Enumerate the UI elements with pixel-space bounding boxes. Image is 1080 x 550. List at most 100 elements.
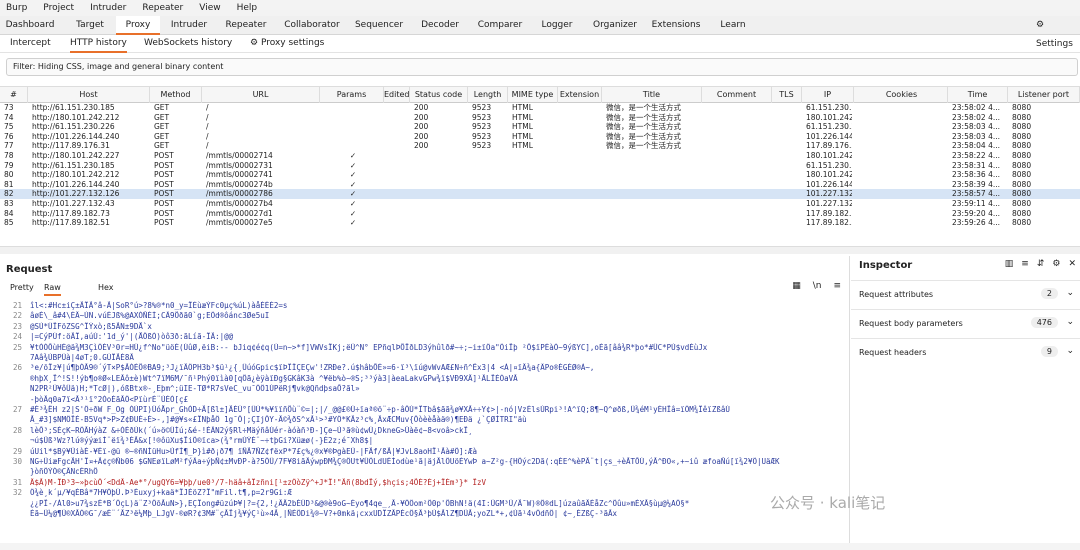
column-header-extension[interactable]: Extension xyxy=(558,87,602,103)
tab-repeater[interactable]: Repeater xyxy=(218,16,274,35)
cell-length: 9523 xyxy=(472,112,492,122)
tab-comparer[interactable]: Comparer xyxy=(470,16,530,35)
inspector-row-label: Request body parameters xyxy=(859,319,963,328)
request-tab-raw[interactable]: Raw xyxy=(44,280,61,296)
cell-port: 8080 xyxy=(1012,208,1032,218)
subtab-intercept[interactable]: Intercept xyxy=(10,35,51,53)
column-header-ip[interactable]: IP xyxy=(802,87,854,103)
column-header-host[interactable]: Host xyxy=(28,87,150,103)
inspector-row-request-headers[interactable]: Request headers 9 ⌄ xyxy=(851,338,1080,366)
table-row[interactable]: 76 http://101.226.144.240 GET / 200 9523 HTML 微… xyxy=(0,132,1080,142)
tab-intruder[interactable]: Intruder xyxy=(162,16,216,35)
column-header-comment[interactable]: Comment xyxy=(702,87,772,103)
cell-id: 83 xyxy=(4,199,14,208)
cell-method: GET xyxy=(154,103,170,112)
column-header-method[interactable]: Method xyxy=(150,87,202,103)
settings-button[interactable]: ⚙ Settings xyxy=(1036,16,1080,49)
table-row[interactable]: 75 http://61.151.230.226 GET / 200 9523 HTML 微信… xyxy=(0,122,1080,132)
layout-icon[interactable]: ▥ xyxy=(1005,259,1014,269)
table-row[interactable]: 74 http://180.101.242.212 GET / 200 9523 HTML 微… xyxy=(0,113,1080,123)
cell-url: / xyxy=(206,112,209,122)
line-number: 28 xyxy=(12,425,22,435)
line-text: ®hþX¸Ï^!S!!ýb¶o®Ø«LEÃô±è)Wt^7ïM6M/¯ñ¹Phý… xyxy=(30,373,518,383)
menu-icon[interactable]: ≡ xyxy=(833,281,841,291)
table-row[interactable]: 85 http://117.89.182.51 POST/mmtls/000027e… xyxy=(0,218,1080,228)
align-icon[interactable]: ≡ xyxy=(1021,259,1029,269)
table-row[interactable]: 79 http://61.151.230.185 POST/mmtls/000027… xyxy=(0,161,1080,171)
request-tab-hex[interactable]: Hex xyxy=(98,280,114,296)
menu-item-project[interactable]: Project xyxy=(43,3,74,13)
inspector-row-request-attributes[interactable]: Request attributes 2 ⌄ xyxy=(851,280,1080,308)
column-header-status-code[interactable]: Status code xyxy=(410,87,468,103)
horizontal-scrollbar[interactable] xyxy=(0,246,1080,254)
cell-ip: 101.226.144.240 xyxy=(806,131,852,141)
table-row[interactable]: 82 http://101.227.132.126 POST/mmtls/00002… xyxy=(0,189,1080,199)
tab-organizer[interactable]: Organizer xyxy=(586,16,644,35)
line-number: 22 xyxy=(12,311,22,321)
cell-title: 微信，是一个生活方式 xyxy=(606,131,681,141)
table-row[interactable]: 77 http://117.89.176.31 GET / 200 9523 HTML 微信，… xyxy=(0,141,1080,151)
column-header-edited[interactable]: Edited xyxy=(384,87,410,103)
column-header-[interactable]: # xyxy=(0,87,28,103)
table-row[interactable]: 81 http://101.226.144.240 POST/mmtls/00002… xyxy=(0,180,1080,190)
column-header-length[interactable]: Length xyxy=(468,87,508,103)
menu-item-help[interactable]: Help xyxy=(237,3,258,13)
filter-bar[interactable]: Filter: Hiding CSS, image and general bi… xyxy=(6,58,1078,76)
column-header-time[interactable]: Time xyxy=(948,87,1008,103)
line-text: Éã~Ü¼@¶Ü®XÃÒ®G¯/æÉ¨´ÃZ³ë¼Mþ_LJgV-®øR?¢3M… xyxy=(30,509,617,518)
column-header-cookies[interactable]: Cookies xyxy=(856,87,948,103)
cell-mime: HTML xyxy=(512,112,533,122)
table-row[interactable]: 80 http://180.101.242.212 POST/mmtls/00002… xyxy=(0,170,1080,180)
table-row[interactable]: 78 http://180.101.242.227 POST/mmtls/00002… xyxy=(0,151,1080,161)
cell-method: POST xyxy=(154,199,174,208)
table-row[interactable]: 83 http://101.227.132.43 POST/mmtls/000027… xyxy=(0,199,1080,209)
watermark: 公众号 · kali笔记 xyxy=(770,494,886,512)
collapse-icon[interactable]: ⇵ xyxy=(1037,259,1045,269)
cell-id: 81 xyxy=(4,179,14,189)
column-header-url[interactable]: URL xyxy=(202,87,320,103)
menu-item-burp[interactable]: Burp xyxy=(6,3,27,13)
subtab-http-history[interactable]: HTTP history xyxy=(70,35,127,53)
column-header-tls[interactable]: TLS xyxy=(772,87,802,103)
cell-host: http://101.226.144.240 xyxy=(32,179,120,189)
tab-dashboard[interactable]: Dashboard xyxy=(0,16,60,35)
cell-params: ✓ xyxy=(349,170,357,180)
count-badge: 2 xyxy=(1040,288,1058,299)
cell-host: http://101.227.132.43 xyxy=(32,199,115,208)
column-header-params[interactable]: Params xyxy=(320,87,384,103)
subtab-websockets-history[interactable]: WebSockets history xyxy=(144,35,232,53)
wrap-icon[interactable]: \n xyxy=(813,281,822,291)
tab-extensions[interactable]: Extensions xyxy=(646,16,706,35)
cell-ip: 61.151.230.226 xyxy=(806,122,852,132)
line-text: Ä$Ã)M-ÏÐ³3~»þcùÔ´<DdÃ-Ae*°/ugQY6=¥þþ/ue0… xyxy=(30,477,487,487)
tab-proxy[interactable]: Proxy xyxy=(116,16,160,35)
tab-target[interactable]: Target xyxy=(62,16,118,35)
table-row[interactable]: 73 http://61.151.230.185 GET / 200 9523 HTML 微信… xyxy=(0,103,1080,113)
line-text: #É³¾ÊH z2|S'Ö÷ðW F_Og ÒÙPI)ÜóÅpr_GhÒD÷Ã[… xyxy=(30,405,730,414)
toggle-icon[interactable]: ▦ xyxy=(792,281,801,291)
cell-port: 8080 xyxy=(1012,160,1032,170)
tab-learn[interactable]: Learn xyxy=(706,16,760,35)
column-header-listener-port[interactable]: Listener port xyxy=(1008,87,1080,103)
menu-item-view[interactable]: View xyxy=(199,3,220,13)
tab-sequencer[interactable]: Sequencer xyxy=(348,16,410,35)
proxy-settings-button[interactable]: ⚙ Proxy settings xyxy=(250,35,324,53)
request-tab-pretty[interactable]: Pretty xyxy=(10,280,34,296)
column-header-mime-type[interactable]: MIME type xyxy=(508,87,558,103)
inspector-row-request-body-parameters[interactable]: Request body parameters 476 ⌄ xyxy=(851,309,1080,337)
cell-length: 9523 xyxy=(472,131,492,141)
cell-url: / xyxy=(206,141,209,151)
close-icon[interactable]: ✕ xyxy=(1068,259,1076,269)
tab-collaborator[interactable]: Collaborator xyxy=(276,16,348,35)
column-header-title[interactable]: Title xyxy=(602,87,702,103)
gear-icon[interactable]: ⚙ xyxy=(1052,259,1060,269)
tab-logger[interactable]: Logger xyxy=(530,16,584,35)
request-title: Request xyxy=(6,264,53,275)
menu-item-repeater[interactable]: Repeater xyxy=(142,3,183,13)
menu-item-intruder[interactable]: Intruder xyxy=(90,3,126,13)
request-body[interactable]: 21 îl<:#Hc±iÇ±ÃÏÃ°â-Ã|SoR°ú>?8%®*n0_y=ÏÈù… xyxy=(0,299,845,550)
line-text: âøÉ\_â#4\ÉÄ~ÚN.vúÉJß%@AXÒÑÉÍ;CÂ9Õðã0`g;E… xyxy=(30,311,270,321)
tab-decoder[interactable]: Decoder xyxy=(410,16,470,35)
cell-method: POST xyxy=(154,170,174,180)
table-row[interactable]: 84 http://117.89.182.73 POST/mmtls/000027d… xyxy=(0,209,1080,219)
